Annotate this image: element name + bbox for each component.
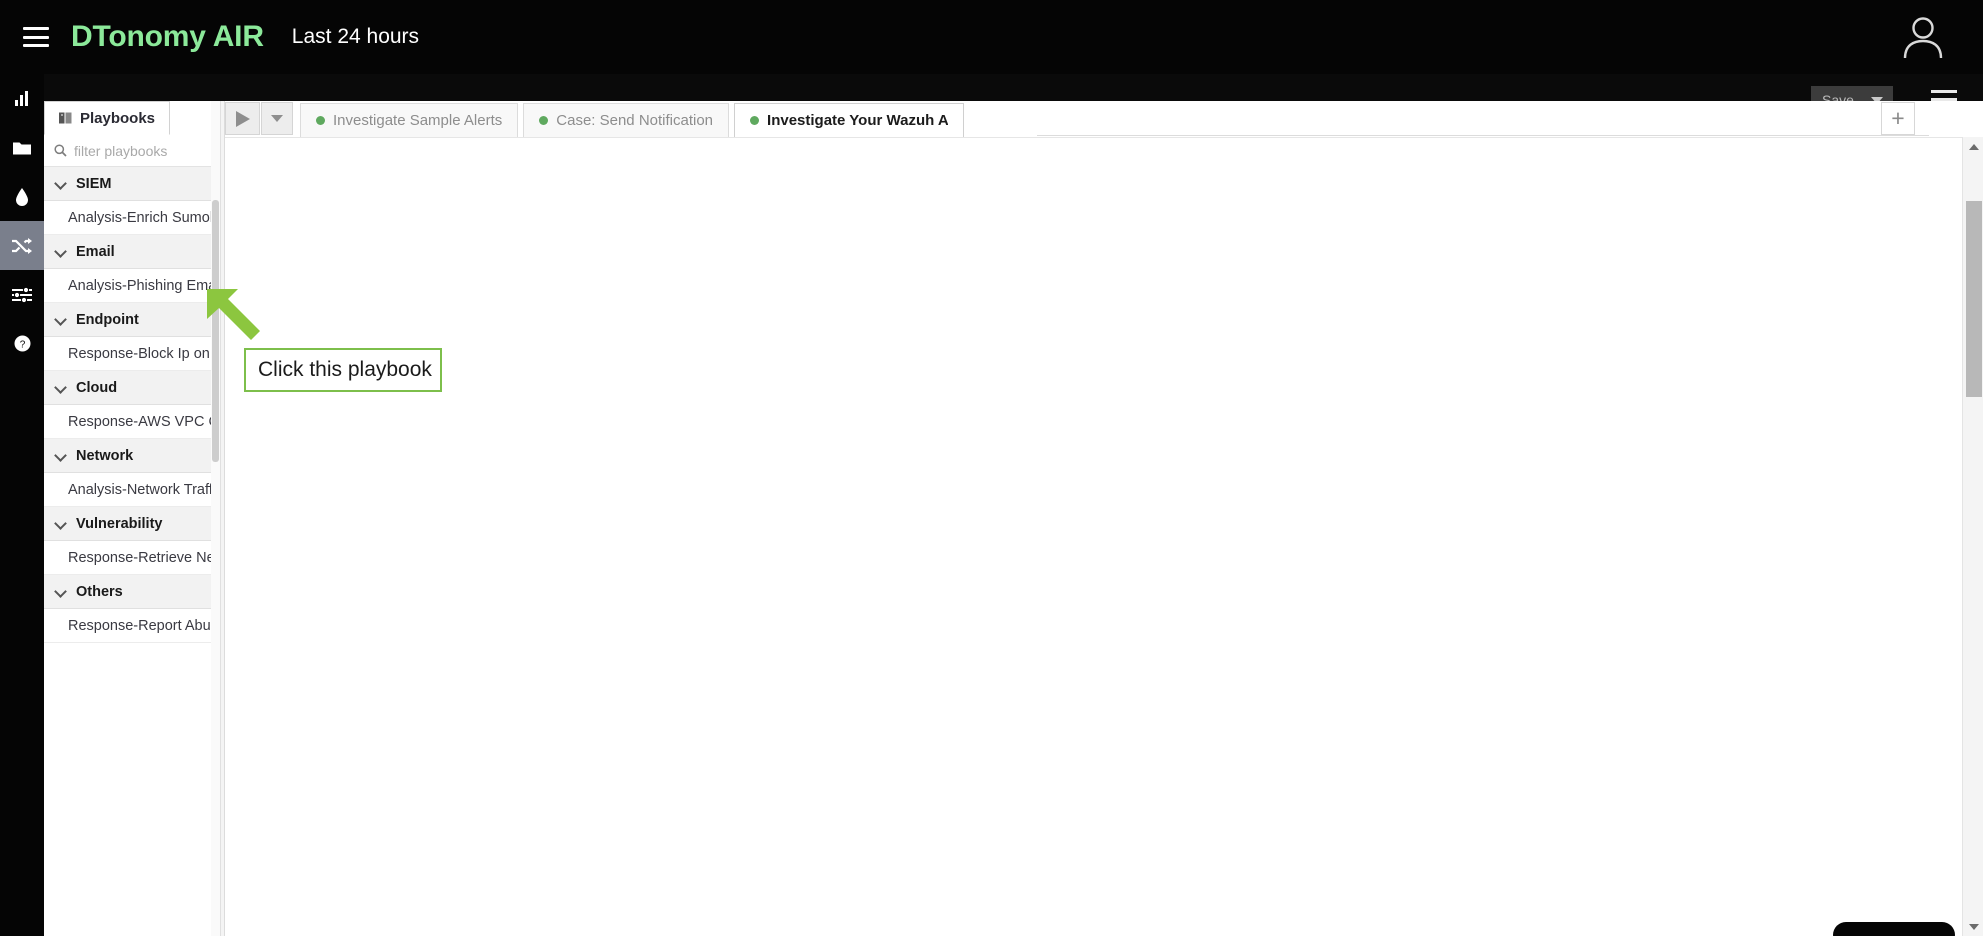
playbook-group-label: Vulnerability — [76, 515, 163, 532]
tab-label: Case: Send Notification — [556, 112, 714, 129]
playbook-item-label: Response-Report Abuse ... — [68, 617, 224, 634]
status-dot-icon — [539, 116, 549, 125]
list-item[interactable]: Response-Block Ip on Fo... — [44, 337, 224, 371]
chevron-down-icon — [56, 314, 67, 325]
filter-playbooks-input[interactable] — [74, 142, 209, 159]
annotation-text: Click this playbook — [258, 358, 432, 381]
run-playbook-button[interactable] — [225, 102, 261, 135]
list-item-analysis-phishing-email[interactable]: Analysis-Phishing Email — [44, 269, 224, 303]
playbook-controls — [225, 102, 293, 135]
canvas-scrollbar-thumb[interactable] — [1966, 201, 1982, 397]
playbook-item-label: Analysis-Phishing Email — [68, 277, 223, 294]
scroll-down-icon[interactable] — [1963, 917, 1983, 936]
tab-playbooks-label: Playbooks — [80, 109, 156, 127]
search-icon — [54, 144, 67, 157]
annotation-callout: Click this playbook — [244, 348, 442, 392]
workspace-tabstrip: Investigate Sample Alerts Case: Send Not… — [300, 101, 1983, 137]
playbook-group-cloud[interactable]: Cloud — [44, 371, 224, 405]
tab-label: Investigate Your Wazuh Aler — [767, 112, 949, 129]
tab-label: Investigate Sample Alerts — [333, 112, 503, 129]
playbook-group-siem[interactable]: SIEM — [44, 167, 224, 201]
playbooks-list[interactable]: SIEM Analysis-Enrich Sumolog... Email An… — [44, 167, 224, 837]
user-avatar-icon[interactable] — [1896, 10, 1950, 64]
book-icon — [59, 112, 72, 124]
playbook-group-label: Others — [76, 583, 123, 600]
play-icon — [235, 110, 250, 127]
chevron-down-icon — [56, 450, 67, 461]
playbook-group-label: Network — [76, 447, 134, 464]
sliders-icon — [12, 286, 32, 303]
bottom-status-pill — [1833, 922, 1955, 936]
rail-item-playbooks[interactable] — [0, 221, 44, 270]
rail-item-cases[interactable] — [0, 123, 44, 172]
caret-down-icon — [271, 115, 284, 122]
top-header: DTonomy AIR Last 24 hours — [0, 0, 1983, 74]
folder-icon — [13, 142, 31, 155]
chevron-down-icon — [56, 178, 67, 189]
playbook-item-label: Analysis-Enrich Sumolog... — [68, 209, 224, 226]
rail-item-help[interactable]: ? — [0, 319, 44, 368]
status-dot-icon — [316, 116, 325, 125]
playbooks-tabstrip: Playbooks — [44, 101, 224, 135]
playbook-group-vulnerability[interactable]: Vulnerability — [44, 507, 224, 541]
list-item[interactable]: Analysis-Enrich Sumolog... — [44, 201, 224, 235]
status-dot-icon — [750, 116, 760, 125]
list-item[interactable]: Response-AWS VPC Cre... — [44, 405, 224, 439]
playbook-group-email[interactable]: Email — [44, 235, 224, 269]
hamburger-icon[interactable] — [23, 27, 49, 47]
chevron-down-icon — [56, 246, 67, 257]
chevron-down-icon — [56, 518, 67, 529]
playbook-group-label: SIEM — [76, 175, 112, 192]
playbook-options-dropdown[interactable] — [261, 102, 293, 135]
timeframe-label: Last 24 hours — [291, 25, 420, 48]
app-brand: DTonomy AIR — [71, 20, 264, 53]
tab-case-send-notification[interactable]: Case: Send Notification — [523, 103, 730, 137]
playbooks-panel: Playbooks SIEM Analysis-Enrich Sumolog..… — [44, 101, 224, 936]
help-circle-icon: ? — [14, 335, 30, 352]
playbook-group-label: Email — [76, 243, 115, 260]
playbook-group-label: Endpoint — [76, 311, 139, 328]
scroll-up-icon[interactable] — [1963, 137, 1983, 156]
icon-rail: ? — [0, 74, 44, 936]
list-item[interactable]: Analysis-Network Traffic ... — [44, 473, 224, 507]
chevron-down-icon — [56, 382, 67, 393]
playbook-item-label: Analysis-Network Traffic ... — [68, 481, 224, 498]
rail-item-alerts[interactable] — [0, 172, 44, 221]
list-item[interactable]: Response-Report Abuse ... — [44, 609, 224, 643]
list-item[interactable]: Response-Retrieve Ness... — [44, 541, 224, 575]
tab-investigate-sample-alerts[interactable]: Investigate Sample Alerts — [300, 103, 519, 137]
main-area: + Investigate Sample Alerts Case: Send N… — [225, 101, 1983, 936]
tab-playbooks[interactable]: Playbooks — [44, 101, 171, 135]
canvas-scrollbar[interactable] — [1962, 137, 1983, 936]
playbook-group-network[interactable]: Network — [44, 439, 224, 473]
playbook-item-label: Response-AWS VPC Cre... — [68, 413, 224, 430]
arrow-up-left-icon — [207, 289, 260, 340]
app-root: DTonomy AIR Last 24 hours Save ? Playboo… — [0, 0, 1983, 936]
tab-investigate-your-wazuh-alerts[interactable]: Investigate Your Wazuh Aler — [734, 103, 965, 137]
playbook-group-others[interactable]: Others — [44, 575, 224, 609]
bar-chart-icon — [14, 91, 28, 106]
playbook-canvas[interactable] — [225, 137, 1983, 936]
playbook-item-label: Response-Block Ip on Fo... — [68, 345, 224, 362]
rail-item-dashboard[interactable] — [0, 74, 44, 123]
playbooks-filter-row — [44, 135, 224, 167]
droplet-icon — [16, 187, 28, 206]
chevron-down-icon — [56, 586, 67, 597]
playbook-group-label: Cloud — [76, 379, 118, 396]
shuffle-icon — [12, 237, 32, 254]
playbook-group-endpoint[interactable]: Endpoint — [44, 303, 224, 337]
playbook-item-label: Response-Retrieve Ness... — [68, 549, 224, 566]
rail-item-settings[interactable] — [0, 270, 44, 319]
svg-text:?: ? — [19, 339, 25, 350]
